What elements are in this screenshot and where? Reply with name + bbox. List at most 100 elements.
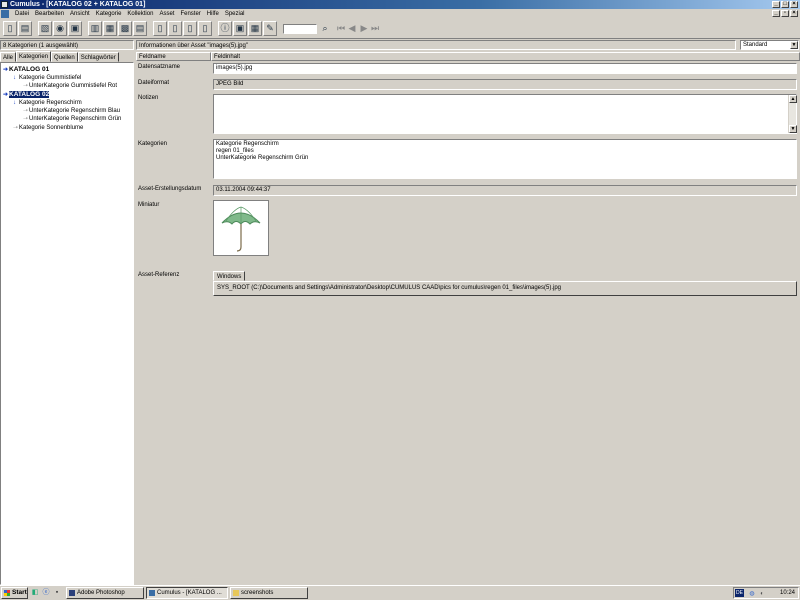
view-select[interactable]: Standard ▼ [740,40,799,50]
search-icon[interactable]: ⌕ [320,21,330,35]
delete-icon[interactable]: ▯ [183,21,197,36]
layout-view-icon[interactable]: ▦ [103,21,117,36]
asset-info-header: Informationen über Asset "images(5).jpg" [136,40,736,50]
taskbar: Start ◧ ⓔ ▪ Adobe Photoshop Cumulus - [K… [0,585,800,600]
notes-scrollbar[interactable]: ▲ ▼ [788,95,797,133]
thumbnail-view-icon[interactable]: ▩ [118,21,132,36]
clock: 10:24 [779,590,795,596]
field-label-dateiformat: Dateiformat [138,80,170,86]
field-label-asset-erstellungsdatum: Asset-Erstellungsdatum [138,186,202,192]
window-title: Cumulus - [KATALOG 02 + KATALOG 01] [10,1,146,8]
photoshop-icon [69,590,75,596]
tree-node-kategorie-regenschirm[interactable]: ↓ Kategorie Regenschirm [13,99,82,107]
menu-datei[interactable]: Datei [12,9,32,19]
tree-node-unterkategorie-gummistiefel-rot[interactable]: ➝UnterKategorie Gummistiefel Rot [23,82,117,90]
last-record-icon[interactable]: ⏭ [370,21,380,35]
camera-icon[interactable]: ▣ [68,21,82,36]
settings-icon[interactable]: ✎ [263,21,277,36]
menu-hilfe[interactable]: Hilfe [204,9,222,19]
browser-icon[interactable]: ⓔ [42,589,50,597]
tree-node-katalog-02[interactable]: ➜KATALOG 02 [3,91,50,99]
doc-restore-button[interactable]: ▫ [781,10,789,17]
datensatzname-field[interactable]: images(5).jpg [213,63,797,74]
volume-icon[interactable]: ◐ [758,590,766,598]
menu-asset[interactable]: Asset [156,9,177,19]
tree-node-unterkategorie-regenschirm-blau[interactable]: ➝UnterKategorie Regenschirm Blau [23,107,120,115]
next-record-icon[interactable]: ▶ [359,21,369,35]
minimize-button[interactable]: _ [772,1,780,8]
close-button[interactable]: × [790,1,798,8]
preview-icon[interactable]: ◉ [53,21,67,36]
new-document-icon[interactable]: ▯ [3,21,17,36]
quicklaunch-icon[interactable]: ▪ [53,589,61,597]
category-status: 8 Kategorien (1 ausgewählt) [0,40,134,50]
asset-info-panel: Informationen über Asset "images(5).jpg"… [136,40,800,585]
doc-close-button[interactable]: × [790,10,798,17]
list-view-icon[interactable]: ▤ [133,21,147,36]
desktop-icon[interactable]: ◧ [31,589,39,597]
start-label: Start [12,589,27,596]
tab-schlagwoerter[interactable]: Schlagwörter [77,52,119,62]
windows-logo-icon [4,590,10,596]
menu-bar: Datei Bearbeiten Ansicht Kategorie Kolle… [0,9,800,19]
umbrella-image [221,206,261,252]
field-list: Datensatzname images(5).jpg Dateiformat … [136,61,800,585]
task-screenshots[interactable]: screenshots [230,587,308,599]
copy-icon[interactable]: ▯ [153,21,167,36]
tree-node-unterkategorie-regenschirm-gruen[interactable]: ➝UnterKategorie Regenschirm Grün [23,115,121,123]
dateiformat-field: JPEG Bild [213,79,797,90]
collection-icon[interactable]: ▦ [248,21,262,36]
menu-kollektion[interactable]: Kollektion [124,9,156,19]
tree-node-katalog-01[interactable]: ➜KATALOG 01 [3,66,49,74]
scroll-up-icon[interactable]: ▲ [789,95,797,103]
add-asset-icon[interactable]: ▧ [38,21,52,36]
tab-windows[interactable]: Windows [213,271,246,281]
title-bar: Cumulus - [KATALOG 02 + KATALOG 01] _ □ … [0,0,800,9]
language-indicator[interactable]: DE [735,589,744,597]
preview-window-icon[interactable]: ▣ [233,21,247,36]
previous-record-icon[interactable]: ◀ [347,21,357,35]
kategorien-line: UnterKategorie Regenschirm Grün [216,155,309,161]
document-view-icon[interactable]: ▥ [88,21,102,36]
chevron-down-icon[interactable]: ▼ [790,41,798,49]
menu-spezial[interactable]: Spezial [222,9,248,19]
kategorien-line: regen 01_files [216,148,254,154]
page-icon[interactable]: ▯ [198,21,212,36]
first-record-icon[interactable]: ⏮ [336,21,346,35]
field-label-asset-referenz: Asset-Referenz [138,272,180,278]
view-select-value: Standard [743,42,768,48]
column-header-feldinhalt[interactable]: Feldinhalt [211,52,800,61]
start-button[interactable]: Start [1,587,28,599]
menu-fenster[interactable]: Fenster [177,9,203,19]
document-icon[interactable] [1,10,9,18]
kategorien-field[interactable]: Kategorie Regenschirm regen 01_files Unt… [213,139,797,179]
open-catalog-icon[interactable]: ▤ [18,21,32,36]
column-header-feldname[interactable]: Feldname [136,52,211,61]
network-icon[interactable]: ◍ [748,590,756,598]
menu-bearbeiten[interactable]: Bearbeiten [32,9,67,19]
tab-quellen[interactable]: Quellen [51,52,78,62]
tab-kategorien[interactable]: Kategorien [16,51,52,62]
maximize-button[interactable]: □ [781,1,789,8]
menu-kategorie[interactable]: Kategorie [93,9,125,19]
tree-node-kategorie-gummistiefel[interactable]: ↓ Kategorie Gummistiefel [13,74,81,82]
menu-ansicht[interactable]: Ansicht [67,9,93,19]
app-icon[interactable] [1,1,8,8]
scroll-down-icon[interactable]: ▼ [789,125,797,133]
task-cumulus[interactable]: Cumulus - [KATALOG ... [146,587,228,599]
field-label-notizen: Notizen [138,95,159,101]
folder-icon [233,590,239,596]
search-input[interactable] [283,24,317,34]
paste-icon[interactable]: ▯ [168,21,182,36]
task-adobe-photoshop[interactable]: Adobe Photoshop [66,587,144,599]
tab-alle[interactable]: Alle [0,52,17,62]
tree-node-kategorie-sonnenblume[interactable]: ➝Kategorie Sonnenblume [13,124,83,132]
field-label-kategorien: Kategorien [138,141,168,147]
doc-minimize-button[interactable]: _ [772,10,780,17]
kategorien-line: Kategorie Regenschirm [216,141,279,147]
asset-erstellungsdatum-field: 03.11.2004 09:44:37 [213,185,797,196]
system-tray: DE ◍ ◐ 10:24 [733,587,799,599]
info-icon[interactable]: ⓘ [218,21,232,36]
notizen-field[interactable]: ▲ ▼ [213,94,797,134]
asset-thumbnail[interactable] [213,200,269,256]
